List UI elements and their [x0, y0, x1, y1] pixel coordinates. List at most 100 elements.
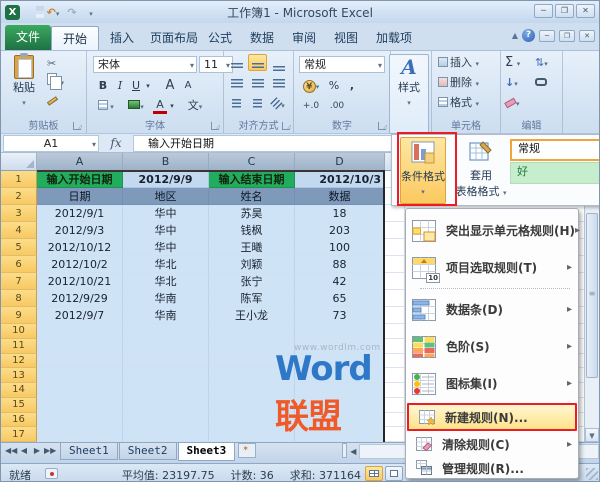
- cell-c4[interactable]: 钱枫: [209, 222, 295, 239]
- cell-e13[interactable]: [385, 368, 405, 383]
- number-dialog-launcher[interactable]: [378, 122, 386, 130]
- row-header-1[interactable]: 1: [1, 171, 37, 188]
- cell-d6[interactable]: 88: [295, 256, 385, 273]
- font-name-select[interactable]: 宋体: [93, 56, 197, 73]
- menu-item-1[interactable]: 突出显示单元格规则(H)▸: [406, 212, 578, 249]
- row-header-14[interactable]: 14: [1, 383, 37, 398]
- align-right-button[interactable]: [269, 74, 288, 91]
- cell-d8[interactable]: 65: [295, 290, 385, 307]
- name-box[interactable]: A1: [3, 135, 99, 152]
- cell-e10[interactable]: [385, 324, 405, 339]
- cell-b8[interactable]: 华南: [123, 290, 209, 307]
- cell-b1[interactable]: 2012/9/9: [123, 171, 209, 188]
- doc-close-button[interactable]: ✕: [579, 30, 595, 42]
- cell-e4[interactable]: [385, 222, 405, 239]
- cell-b14[interactable]: [123, 383, 209, 398]
- cell-e15[interactable]: [385, 398, 405, 413]
- row-header-3[interactable]: 3: [1, 205, 37, 222]
- cell-a12[interactable]: [37, 354, 123, 369]
- menu-item-6[interactable]: 新建规则(N)...: [407, 403, 577, 431]
- redo-button[interactable]: ↷: [64, 5, 80, 20]
- row-header-10[interactable]: 10: [1, 324, 37, 339]
- macro-record-icon[interactable]: [45, 468, 58, 479]
- cell-e8[interactable]: [385, 290, 405, 307]
- cell-d11[interactable]: [295, 339, 385, 354]
- column-header-b[interactable]: B: [123, 153, 209, 171]
- cell-c11[interactable]: [209, 339, 295, 354]
- font-color-dropdown[interactable]: ▾: [167, 97, 177, 115]
- cell-a4[interactable]: 2012/9/3: [37, 222, 123, 239]
- underline-button[interactable]: U: [129, 77, 143, 95]
- row-header-5[interactable]: 5: [1, 239, 37, 256]
- sort-filter-button[interactable]: ⇅▾: [535, 54, 548, 72]
- cell-d9[interactable]: 73: [295, 307, 385, 324]
- decrease-indent-button[interactable]: [227, 94, 246, 111]
- doc-restore-button[interactable]: ❐: [559, 30, 575, 42]
- cell-b17[interactable]: [123, 427, 209, 442]
- cell-c2[interactable]: 姓名: [209, 188, 295, 205]
- decrease-decimal-button[interactable]: .00: [326, 97, 348, 115]
- align-top-button[interactable]: [227, 54, 246, 71]
- autosum-button[interactable]: Σ ▾: [505, 54, 520, 72]
- cell-d15[interactable]: [295, 398, 385, 413]
- borders-button[interactable]: ▾: [93, 97, 119, 115]
- sheet-tab-sheet2[interactable]: Sheet2: [119, 443, 177, 460]
- tab-view[interactable]: 视图: [323, 26, 369, 50]
- orientation-button[interactable]: ▾: [269, 94, 288, 111]
- cell-d7[interactable]: 42: [295, 273, 385, 290]
- align-left-button[interactable]: [227, 74, 246, 91]
- cell-c6[interactable]: 刘颖: [209, 256, 295, 273]
- cell-c3[interactable]: 苏昊: [209, 205, 295, 222]
- scroll-down-icon[interactable]: ▼: [585, 428, 599, 442]
- row-header-12[interactable]: 12: [1, 354, 37, 369]
- cell-a14[interactable]: [37, 383, 123, 398]
- conditional-formatting-button[interactable]: 条件格式 ▾: [400, 137, 446, 204]
- restore-button[interactable]: ❐: [555, 4, 574, 18]
- cell-a16[interactable]: [37, 413, 123, 428]
- paste-button[interactable]: 粘贴 ▾: [7, 55, 41, 117]
- row-header-16[interactable]: 16: [1, 413, 37, 428]
- save-button[interactable]: [26, 5, 42, 20]
- cell-c8[interactable]: 陈军: [209, 290, 295, 307]
- cell-b16[interactable]: [123, 413, 209, 428]
- format-painter-button[interactable]: [47, 91, 81, 109]
- normal-view-button[interactable]: [365, 466, 383, 481]
- clipboard-dialog-launcher[interactable]: [73, 122, 81, 130]
- cell-a17[interactable]: [37, 427, 123, 442]
- cell-style-normal[interactable]: 常规: [510, 139, 600, 161]
- copy-button[interactable]: ▾: [47, 73, 81, 91]
- cell-d16[interactable]: [295, 413, 385, 428]
- menu-item-3[interactable]: 数据条(D)▸: [406, 291, 578, 328]
- tab-addins[interactable]: 加载项: [365, 26, 423, 50]
- column-header-a[interactable]: A: [37, 153, 123, 171]
- insert-worksheet-icon[interactable]: [238, 443, 256, 458]
- next-sheet-icon[interactable]: ▶: [31, 446, 43, 455]
- minimize-ribbon-icon[interactable]: ▲: [512, 31, 518, 40]
- cell-e17[interactable]: [385, 427, 405, 442]
- format-as-table-button[interactable]: 套用 表格格式 ▾: [454, 137, 508, 204]
- cell-c9[interactable]: 王小龙: [209, 307, 295, 324]
- cell-e14[interactable]: [385, 383, 405, 398]
- cell-d3[interactable]: 18: [295, 205, 385, 222]
- row-header-13[interactable]: 13: [1, 368, 37, 383]
- menu-item-5[interactable]: 图标集(I)▸: [406, 365, 578, 402]
- cell-a5[interactable]: 2012/10/12: [37, 239, 123, 256]
- row-header-15[interactable]: 15: [1, 398, 37, 413]
- cell-a13[interactable]: [37, 368, 123, 383]
- menu-item-4[interactable]: 色阶(S)▸: [406, 328, 578, 365]
- cell-d2[interactable]: 数据: [295, 188, 385, 205]
- page-layout-view-button[interactable]: [385, 466, 403, 481]
- cell-b15[interactable]: [123, 398, 209, 413]
- help-icon[interactable]: ?: [522, 29, 535, 42]
- cell-a6[interactable]: 2012/10/2: [37, 256, 123, 273]
- cell-e5[interactable]: [385, 239, 405, 256]
- prev-sheet-icon[interactable]: ◀: [18, 446, 30, 455]
- cell-b4[interactable]: 华中: [123, 222, 209, 239]
- cell-d17[interactable]: [295, 427, 385, 442]
- cell-a9[interactable]: 2012/9/7: [37, 307, 123, 324]
- accounting-format-button[interactable]: ¥▾: [300, 77, 322, 95]
- menu-item-8[interactable]: 管理规则(R)...: [406, 456, 578, 480]
- cell-e11[interactable]: [385, 339, 405, 354]
- format-cells-button[interactable]: 格式 ▾: [438, 94, 479, 112]
- cell-e12[interactable]: [385, 354, 405, 369]
